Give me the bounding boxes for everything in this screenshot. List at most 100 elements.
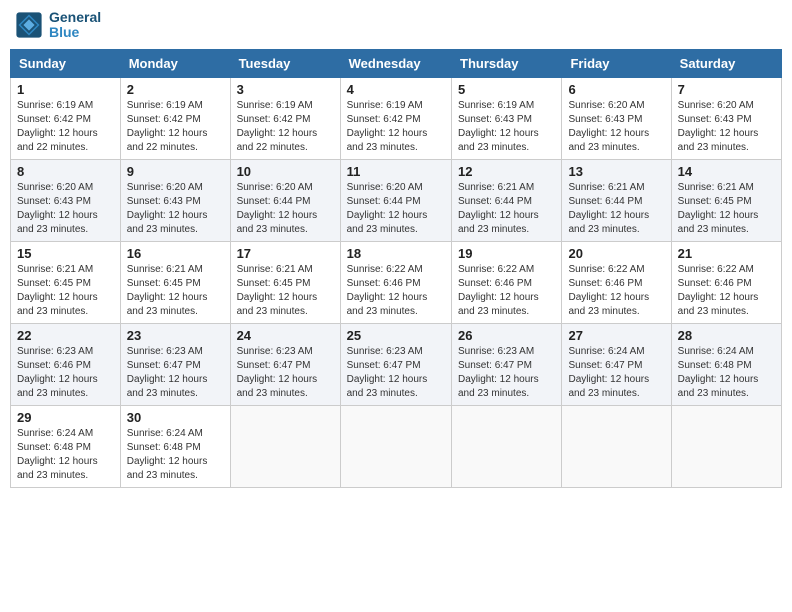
day-info: Sunrise: 6:22 AM Sunset: 6:46 PM Dayligh… [568, 263, 664, 319]
day-number: 1 [17, 82, 114, 97]
calendar-cell: 21 Sunrise: 6:22 AM Sunset: 6:46 PM Dayl… [671, 241, 781, 323]
day-number: 17 [237, 246, 334, 261]
day-info: Sunrise: 6:21 AM Sunset: 6:45 PM Dayligh… [237, 263, 334, 319]
calendar-cell: 2 Sunrise: 6:19 AM Sunset: 6:42 PM Dayli… [120, 77, 230, 159]
calendar-cell: 7 Sunrise: 6:20 AM Sunset: 6:43 PM Dayli… [671, 77, 781, 159]
calendar-cell: 25 Sunrise: 6:23 AM Sunset: 6:47 PM Dayl… [340, 323, 451, 405]
day-number: 30 [127, 410, 224, 425]
day-info: Sunrise: 6:21 AM Sunset: 6:45 PM Dayligh… [127, 263, 224, 319]
calendar-cell: 13 Sunrise: 6:21 AM Sunset: 6:44 PM Dayl… [562, 159, 671, 241]
day-info: Sunrise: 6:20 AM Sunset: 6:43 PM Dayligh… [568, 99, 664, 155]
day-info: Sunrise: 6:20 AM Sunset: 6:43 PM Dayligh… [678, 99, 775, 155]
day-info: Sunrise: 6:23 AM Sunset: 6:47 PM Dayligh… [458, 345, 555, 401]
calendar-cell: 3 Sunrise: 6:19 AM Sunset: 6:42 PM Dayli… [230, 77, 340, 159]
calendar-cell: 1 Sunrise: 6:19 AM Sunset: 6:42 PM Dayli… [11, 77, 121, 159]
day-info: Sunrise: 6:23 AM Sunset: 6:47 PM Dayligh… [347, 345, 445, 401]
day-info: Sunrise: 6:24 AM Sunset: 6:48 PM Dayligh… [678, 345, 775, 401]
day-number: 16 [127, 246, 224, 261]
calendar-cell: 12 Sunrise: 6:21 AM Sunset: 6:44 PM Dayl… [452, 159, 562, 241]
day-number: 26 [458, 328, 555, 343]
col-header-friday: Friday [562, 49, 671, 77]
day-info: Sunrise: 6:24 AM Sunset: 6:48 PM Dayligh… [127, 427, 224, 483]
day-info: Sunrise: 6:23 AM Sunset: 6:47 PM Dayligh… [127, 345, 224, 401]
day-info: Sunrise: 6:20 AM Sunset: 6:44 PM Dayligh… [237, 181, 334, 237]
calendar-cell: 16 Sunrise: 6:21 AM Sunset: 6:45 PM Dayl… [120, 241, 230, 323]
calendar-cell [340, 405, 451, 487]
day-number: 9 [127, 164, 224, 179]
calendar-cell: 8 Sunrise: 6:20 AM Sunset: 6:43 PM Dayli… [11, 159, 121, 241]
calendar-cell: 22 Sunrise: 6:23 AM Sunset: 6:46 PM Dayl… [11, 323, 121, 405]
day-number: 5 [458, 82, 555, 97]
day-number: 7 [678, 82, 775, 97]
day-number: 11 [347, 164, 445, 179]
day-number: 23 [127, 328, 224, 343]
calendar-cell [562, 405, 671, 487]
logo: General Blue [15, 10, 101, 41]
day-number: 21 [678, 246, 775, 261]
calendar-cell: 29 Sunrise: 6:24 AM Sunset: 6:48 PM Dayl… [11, 405, 121, 487]
day-number: 10 [237, 164, 334, 179]
day-info: Sunrise: 6:22 AM Sunset: 6:46 PM Dayligh… [678, 263, 775, 319]
calendar-cell [452, 405, 562, 487]
day-info: Sunrise: 6:23 AM Sunset: 6:46 PM Dayligh… [17, 345, 114, 401]
calendar-cell: 9 Sunrise: 6:20 AM Sunset: 6:43 PM Dayli… [120, 159, 230, 241]
day-number: 29 [17, 410, 114, 425]
day-number: 28 [678, 328, 775, 343]
day-number: 6 [568, 82, 664, 97]
day-info: Sunrise: 6:19 AM Sunset: 6:43 PM Dayligh… [458, 99, 555, 155]
col-header-saturday: Saturday [671, 49, 781, 77]
day-info: Sunrise: 6:19 AM Sunset: 6:42 PM Dayligh… [17, 99, 114, 155]
col-header-monday: Monday [120, 49, 230, 77]
day-number: 20 [568, 246, 664, 261]
calendar-cell: 11 Sunrise: 6:20 AM Sunset: 6:44 PM Dayl… [340, 159, 451, 241]
day-number: 27 [568, 328, 664, 343]
calendar-cell: 27 Sunrise: 6:24 AM Sunset: 6:47 PM Dayl… [562, 323, 671, 405]
day-number: 3 [237, 82, 334, 97]
day-info: Sunrise: 6:21 AM Sunset: 6:45 PM Dayligh… [17, 263, 114, 319]
day-info: Sunrise: 6:24 AM Sunset: 6:47 PM Dayligh… [568, 345, 664, 401]
day-number: 13 [568, 164, 664, 179]
day-info: Sunrise: 6:21 AM Sunset: 6:45 PM Dayligh… [678, 181, 775, 237]
day-number: 2 [127, 82, 224, 97]
day-info: Sunrise: 6:21 AM Sunset: 6:44 PM Dayligh… [568, 181, 664, 237]
calendar-cell: 15 Sunrise: 6:21 AM Sunset: 6:45 PM Dayl… [11, 241, 121, 323]
day-number: 18 [347, 246, 445, 261]
calendar-table: SundayMondayTuesdayWednesdayThursdayFrid… [10, 49, 782, 488]
day-info: Sunrise: 6:24 AM Sunset: 6:48 PM Dayligh… [17, 427, 114, 483]
logo-icon [15, 11, 43, 39]
day-info: Sunrise: 6:19 AM Sunset: 6:42 PM Dayligh… [127, 99, 224, 155]
day-number: 19 [458, 246, 555, 261]
day-number: 22 [17, 328, 114, 343]
logo-text: General Blue [49, 10, 101, 41]
calendar-cell: 19 Sunrise: 6:22 AM Sunset: 6:46 PM Dayl… [452, 241, 562, 323]
calendar-cell: 14 Sunrise: 6:21 AM Sunset: 6:45 PM Dayl… [671, 159, 781, 241]
col-header-wednesday: Wednesday [340, 49, 451, 77]
day-number: 15 [17, 246, 114, 261]
day-number: 8 [17, 164, 114, 179]
calendar-cell: 26 Sunrise: 6:23 AM Sunset: 6:47 PM Dayl… [452, 323, 562, 405]
calendar-cell: 30 Sunrise: 6:24 AM Sunset: 6:48 PM Dayl… [120, 405, 230, 487]
col-header-thursday: Thursday [452, 49, 562, 77]
day-number: 24 [237, 328, 334, 343]
calendar-cell: 18 Sunrise: 6:22 AM Sunset: 6:46 PM Dayl… [340, 241, 451, 323]
calendar-cell: 5 Sunrise: 6:19 AM Sunset: 6:43 PM Dayli… [452, 77, 562, 159]
calendar-cell: 17 Sunrise: 6:21 AM Sunset: 6:45 PM Dayl… [230, 241, 340, 323]
col-header-tuesday: Tuesday [230, 49, 340, 77]
col-header-sunday: Sunday [11, 49, 121, 77]
calendar-cell: 10 Sunrise: 6:20 AM Sunset: 6:44 PM Dayl… [230, 159, 340, 241]
day-info: Sunrise: 6:20 AM Sunset: 6:43 PM Dayligh… [127, 181, 224, 237]
day-info: Sunrise: 6:19 AM Sunset: 6:42 PM Dayligh… [237, 99, 334, 155]
day-number: 14 [678, 164, 775, 179]
day-number: 25 [347, 328, 445, 343]
calendar-cell: 24 Sunrise: 6:23 AM Sunset: 6:47 PM Dayl… [230, 323, 340, 405]
calendar-cell [230, 405, 340, 487]
calendar-cell [671, 405, 781, 487]
day-number: 12 [458, 164, 555, 179]
calendar-cell: 6 Sunrise: 6:20 AM Sunset: 6:43 PM Dayli… [562, 77, 671, 159]
calendar-cell: 4 Sunrise: 6:19 AM Sunset: 6:42 PM Dayli… [340, 77, 451, 159]
day-info: Sunrise: 6:21 AM Sunset: 6:44 PM Dayligh… [458, 181, 555, 237]
page-header: General Blue [10, 10, 782, 41]
day-info: Sunrise: 6:20 AM Sunset: 6:44 PM Dayligh… [347, 181, 445, 237]
calendar-cell: 20 Sunrise: 6:22 AM Sunset: 6:46 PM Dayl… [562, 241, 671, 323]
day-info: Sunrise: 6:23 AM Sunset: 6:47 PM Dayligh… [237, 345, 334, 401]
